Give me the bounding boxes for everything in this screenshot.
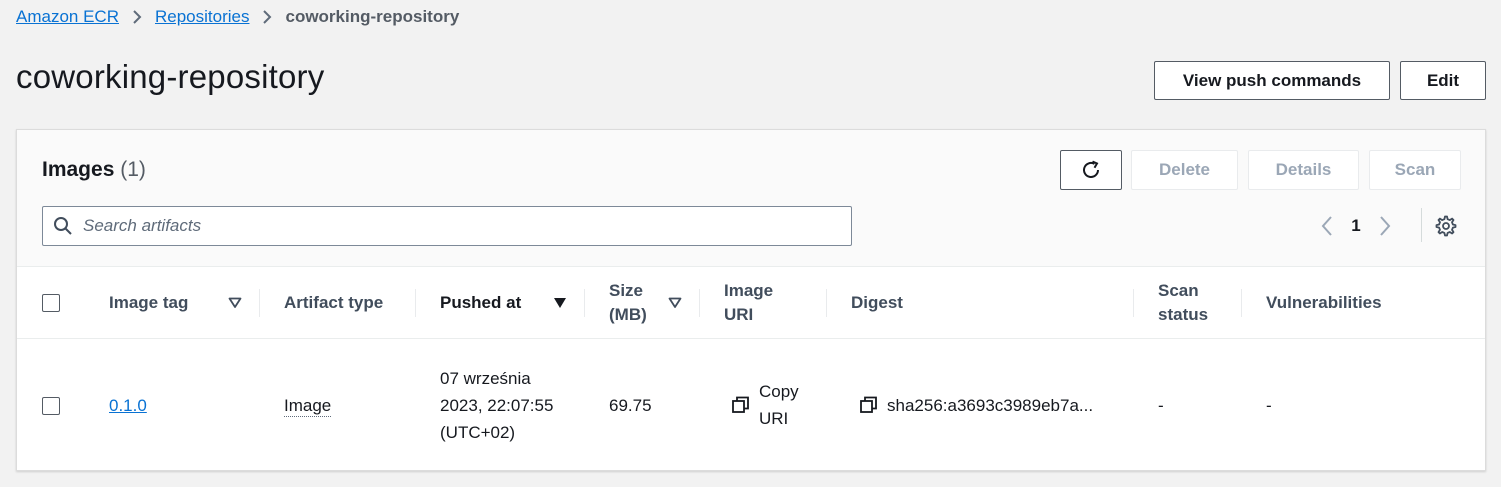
copy-icon[interactable] — [731, 395, 751, 415]
sort-down-outline-icon[interactable] — [228, 296, 242, 314]
view-push-commands-button[interactable]: View push commands — [1154, 61, 1390, 100]
size-value: 69.75 — [609, 395, 652, 415]
breadcrumb: Amazon ECR Repositories coworking-reposi… — [16, 6, 459, 28]
column-artifact-type[interactable]: Artifact type — [284, 267, 424, 339]
next-page-icon[interactable] — [1371, 215, 1399, 237]
refresh-button[interactable] — [1060, 150, 1122, 190]
copy-uri-label[interactable]: Copy URI — [759, 378, 809, 432]
column-size[interactable]: Size (MB) — [609, 267, 665, 339]
search-box — [42, 206, 852, 246]
gear-icon[interactable] — [1433, 214, 1457, 238]
search-icon — [43, 206, 83, 246]
column-vulnerabilities-label: Vulnerabilities — [1266, 293, 1382, 312]
pushed-at-value: 07 września 2023, 22:07:55 (UTC+02) — [440, 368, 554, 442]
breadcrumb-repositories[interactable]: Repositories — [155, 7, 250, 27]
table-header: Image tag Artifact type Pushed at Size (… — [17, 267, 1485, 339]
details-button[interactable]: Details — [1248, 150, 1359, 190]
chevron-right-icon — [131, 9, 143, 25]
column-vulnerabilities[interactable]: Vulnerabilities — [1266, 267, 1426, 339]
edit-button[interactable]: Edit — [1400, 61, 1486, 100]
column-scan-status-label: Scan status — [1158, 281, 1209, 324]
images-panel: Images (1) Delete Details Scan Search ar… — [16, 129, 1486, 471]
cell-scan-status: - — [1158, 391, 1164, 419]
pager-divider — [1421, 208, 1422, 242]
vulnerabilities-value: - — [1266, 395, 1272, 415]
table-row: 0.1.0 Image 07 września 2023, 22:07:55 (… — [17, 339, 1485, 472]
image-count: (1) — [120, 158, 146, 181]
column-separator — [699, 289, 700, 317]
column-separator — [826, 289, 827, 317]
previous-page-icon[interactable] — [1313, 215, 1341, 237]
column-separator — [1241, 289, 1242, 317]
select-all-checkbox[interactable] — [42, 294, 60, 312]
cell-image-uri[interactable]: Copy URI — [731, 377, 821, 433]
sort-down-outline-icon[interactable] — [668, 296, 682, 314]
chevron-right-icon — [261, 9, 273, 25]
column-separator — [259, 289, 260, 317]
copy-icon[interactable] — [859, 395, 879, 415]
digest-value: sha256:a3693c3989eb7a... — [887, 395, 1094, 415]
scan-button[interactable]: Scan — [1369, 150, 1461, 190]
column-digest[interactable]: Digest — [851, 267, 971, 339]
breadcrumb-current: coworking-repository — [285, 7, 460, 26]
column-image-uri[interactable]: Image URI — [724, 267, 794, 339]
panel-header: Images (1) Delete Details Scan Search ar… — [17, 130, 1485, 267]
pagination: 1 — [1313, 214, 1399, 238]
panel-title: Images (1) — [42, 158, 146, 182]
column-separator — [584, 289, 585, 317]
breadcrumb-amazon-ecr[interactable]: Amazon ECR — [16, 7, 119, 27]
refresh-icon — [1080, 159, 1102, 181]
cell-image-tag: 0.1.0 — [109, 391, 147, 419]
search-input[interactable] — [83, 207, 851, 245]
scan-status-value: - — [1158, 395, 1164, 415]
sort-down-filled-icon[interactable] — [553, 296, 567, 314]
page-title: coworking-repository — [16, 58, 325, 95]
cell-size: 69.75 — [609, 391, 652, 419]
artifact-type-value[interactable]: Image — [284, 396, 332, 417]
page: Amazon ECR Repositories coworking-reposi… — [0, 0, 1501, 487]
row-checkbox[interactable] — [42, 397, 60, 415]
cell-digest: sha256:a3693c3989eb7a... — [859, 391, 1093, 419]
column-pushed-at[interactable]: Pushed at — [440, 267, 560, 339]
panel-title-text: Images — [42, 158, 115, 181]
column-separator — [415, 289, 416, 317]
column-size-label: Size (MB) — [609, 281, 647, 324]
cell-artifact-type: Image — [284, 392, 332, 420]
cell-vulnerabilities: - — [1266, 391, 1272, 419]
column-artifact-type-label: Artifact type — [284, 293, 384, 312]
column-image-uri-label: Image URI — [724, 281, 774, 324]
column-image-tag-label: Image tag — [109, 293, 189, 312]
column-scan-status[interactable]: Scan status — [1158, 267, 1228, 339]
column-digest-label: Digest — [851, 293, 903, 312]
delete-button[interactable]: Delete — [1131, 150, 1238, 190]
cell-pushed-at: 07 września 2023, 22:07:55 (UTC+02) — [440, 349, 555, 461]
image-tag-link[interactable]: 0.1.0 — [109, 392, 147, 419]
column-pushed-at-label: Pushed at — [440, 293, 522, 312]
current-page[interactable]: 1 — [1341, 216, 1371, 236]
column-separator — [1133, 289, 1134, 317]
